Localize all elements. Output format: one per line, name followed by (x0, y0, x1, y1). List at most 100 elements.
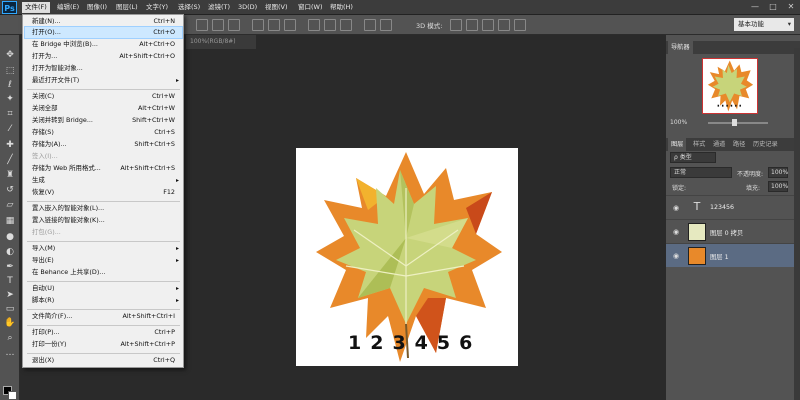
menu-item-open-smart-object[interactable]: 打开为智能对象... (25, 63, 182, 74)
tab-navigator[interactable]: 导航器 (668, 41, 693, 54)
align-icon[interactable] (212, 19, 224, 31)
blur-tool-icon[interactable]: ● (3, 231, 17, 243)
distribute-icon[interactable] (252, 19, 264, 31)
distribute-icon[interactable] (284, 19, 296, 31)
menu-layer[interactable]: 图层(L) (113, 2, 141, 13)
clone-stamp-tool-icon[interactable]: ♜ (3, 169, 17, 181)
close-button[interactable]: ✕ (784, 1, 798, 13)
menu-item-close[interactable]: 关闭(C) Ctrl+W (25, 91, 182, 102)
menu-item-new[interactable]: 新建(N)... Ctrl+N (25, 16, 182, 27)
menu-item-print-one-copy[interactable]: 打印一份(Y) Alt+Shift+Ctrl+P (25, 339, 182, 350)
navigator-thumbnail[interactable] (702, 58, 758, 114)
navigator-zoom-slider[interactable] (708, 122, 768, 124)
menu-item-browse-bridge[interactable]: 在 Bridge 中浏览(B)... Alt+Ctrl+O (25, 39, 182, 50)
menu-select[interactable]: 选择(S) (175, 2, 203, 13)
history-brush-tool-icon[interactable]: ↺ (3, 184, 17, 196)
type-tool-icon[interactable]: T (3, 275, 17, 287)
maximize-button[interactable]: □ (766, 1, 780, 13)
menu-item-place-linked[interactable]: 置入链接的智能对象(K)... (25, 215, 182, 226)
tab-paths[interactable]: 路径 (730, 138, 748, 151)
menu-filter[interactable]: 滤镜(T) (205, 2, 233, 13)
dodge-tool-icon[interactable]: ◐ (3, 246, 17, 258)
menu-item-close-go-bridge[interactable]: 关闭并转到 Bridge... Shift+Ctrl+W (25, 115, 182, 126)
menu-item-recent-files[interactable]: 最近打开文件(T) ▸ (25, 75, 182, 86)
align-icon[interactable] (228, 19, 240, 31)
3d-roll-icon[interactable] (466, 19, 478, 31)
menu-item-import[interactable]: 导入(M) ▸ (25, 243, 182, 254)
magic-wand-tool-icon[interactable]: ✦ (3, 93, 17, 105)
layer-row[interactable]: ◉ 图层 0 拷贝 (666, 219, 800, 243)
menu-view[interactable]: 视图(V) (262, 2, 291, 13)
layer-row[interactable]: ◉ 图层 1 (666, 243, 800, 267)
menu-item-generate[interactable]: 生成 ▸ (25, 175, 182, 186)
menu-image[interactable]: 图像(I) (84, 2, 110, 13)
hand-tool-icon[interactable]: ✋ (3, 317, 17, 329)
pen-tool-icon[interactable]: ✒ (3, 261, 17, 273)
blend-mode-select[interactable]: 正常 (670, 167, 732, 178)
tab-channels[interactable]: 通道 (710, 138, 728, 151)
align-icon[interactable] (196, 19, 208, 31)
document-canvas[interactable]: 123456 (296, 148, 518, 366)
eye-icon[interactable]: ◉ (673, 228, 679, 236)
eyedropper-tool-icon[interactable]: ⁄ (3, 123, 17, 135)
3d-slide-icon[interactable] (498, 19, 510, 31)
menu-item-close-all[interactable]: 关闭全部 Alt+Ctrl+W (25, 103, 182, 114)
eraser-tool-icon[interactable]: ▱ (3, 199, 17, 211)
crop-tool-icon[interactable]: ⌗ (3, 108, 17, 120)
menu-item-export[interactable]: 导出(E) ▸ (25, 255, 182, 266)
tab-styles[interactable]: 样式 (690, 138, 708, 151)
menu-edit[interactable]: 编辑(E) (54, 2, 82, 13)
menu-item-print[interactable]: 打印(P)... Ctrl+P (25, 327, 182, 338)
menu-3d[interactable]: 3D(D) (235, 2, 260, 13)
brush-tool-icon[interactable]: ╱ (3, 154, 17, 166)
distribute-icon[interactable] (324, 19, 336, 31)
menu-item-place-embedded[interactable]: 置入嵌入的智能对象(L)... (25, 203, 182, 214)
distribute-icon[interactable] (308, 19, 320, 31)
menu-window[interactable]: 窗口(W) (295, 2, 326, 13)
background-color-swatch[interactable] (8, 391, 17, 400)
distribute-icon[interactable] (268, 19, 280, 31)
minimize-button[interactable]: — (748, 1, 762, 13)
menu-item-exit[interactable]: 退出(X) Ctrl+Q (25, 355, 182, 366)
eye-icon[interactable]: ◉ (673, 204, 679, 212)
menu-item-automate[interactable]: 自动(U) ▸ (25, 283, 182, 294)
tab-history[interactable]: 历史记录 (750, 138, 781, 151)
zoom-tool-icon[interactable]: ⌕ (3, 332, 17, 344)
menu-item-open[interactable]: 打开(O)... Ctrl+O (24, 26, 183, 39)
document-tab[interactable]: 100%(RGB/8#) (186, 35, 256, 49)
menu-item-scripts[interactable]: 脚本(R) ▸ (25, 295, 182, 306)
layer-kind-filter[interactable]: ρ 类型 (670, 152, 716, 163)
move-tool-icon[interactable]: ✥ (3, 49, 17, 61)
3d-pan-icon[interactable] (482, 19, 494, 31)
path-selection-tool-icon[interactable]: ➤ (3, 289, 17, 301)
more-tools-icon[interactable]: … (3, 347, 17, 359)
menu-item-save-as[interactable]: 存储为(A)... Shift+Ctrl+S (25, 139, 182, 150)
distribute-icon[interactable] (364, 19, 376, 31)
shape-tool-icon[interactable]: ▭ (3, 303, 17, 315)
3d-scale-icon[interactable] (514, 19, 526, 31)
opacity-input[interactable]: 100% (768, 167, 788, 178)
panel-scrollbar[interactable] (794, 48, 800, 400)
menu-item-revert[interactable]: 恢复(V) F12 (25, 187, 182, 198)
fill-input[interactable]: 100% (768, 181, 788, 192)
menu-item-share-behance[interactable]: 在 Behance 上共享(D)... (25, 267, 182, 278)
gradient-tool-icon[interactable]: ▦ (3, 215, 17, 227)
distribute-icon[interactable] (380, 19, 392, 31)
menu-item-open-as[interactable]: 打开为... Alt+Shift+Ctrl+O (25, 51, 182, 62)
workspace-select[interactable]: 基本功能 (734, 18, 794, 31)
navigator-slider-handle[interactable] (732, 119, 737, 126)
3d-rotate-icon[interactable] (450, 19, 462, 31)
menu-type[interactable]: 文字(Y) (143, 2, 171, 13)
eye-icon[interactable]: ◉ (673, 252, 679, 260)
distribute-icon[interactable] (340, 19, 352, 31)
lasso-tool-icon[interactable]: ℓ (3, 79, 17, 91)
menu-file[interactable]: 文件(F) (22, 2, 50, 13)
menu-help[interactable]: 帮助(H) (327, 2, 356, 13)
menu-item-file-info[interactable]: 文件简介(F)... Alt+Shift+Ctrl+I (25, 311, 182, 322)
menu-item-save[interactable]: 存储(S) Ctrl+S (25, 127, 182, 138)
marquee-tool-icon[interactable]: ⬚ (3, 65, 17, 77)
tab-layers[interactable]: 图层 (668, 138, 687, 151)
layer-row[interactable]: ◉ T 123456 (666, 195, 800, 219)
healing-brush-tool-icon[interactable]: ✚ (3, 139, 17, 151)
menu-item-save-for-web[interactable]: 存储为 Web 所用格式... Alt+Shift+Ctrl+S (25, 163, 182, 174)
